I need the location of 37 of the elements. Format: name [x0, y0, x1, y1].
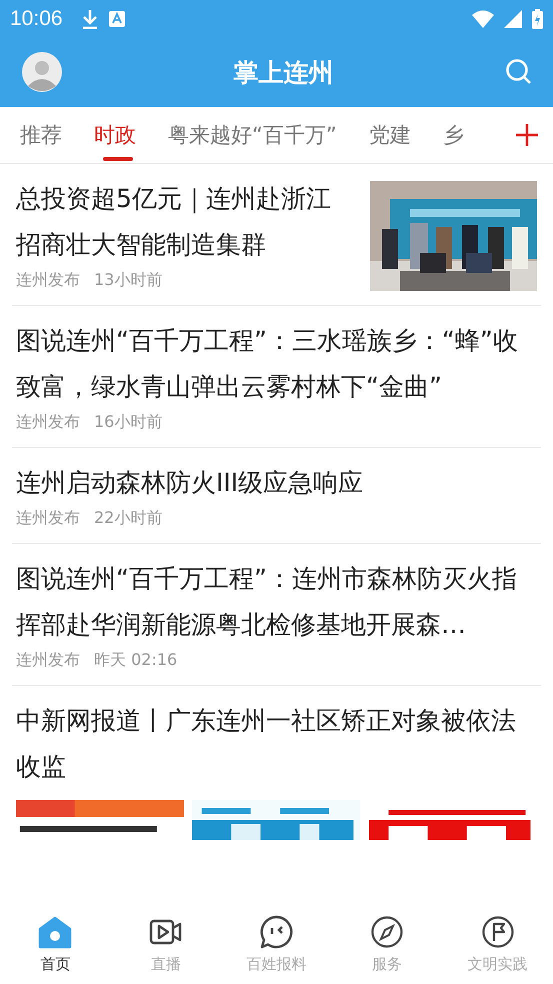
article-title[interactable]: 总投资超5亿元｜连州赴浙江招商壮大智能制造集群: [16, 176, 354, 268]
article-time: 22小时前: [94, 508, 162, 529]
nav-tab[interactable]: 服务: [332, 905, 442, 984]
home-icon: [38, 915, 72, 949]
battery-icon: [532, 8, 543, 28]
search-icon[interactable]: [505, 58, 533, 86]
category-tab[interactable]: 粤来越好“百千万”: [148, 107, 349, 163]
article-source: 连州发布: [16, 650, 80, 671]
signal-icon: [504, 10, 522, 28]
category-tab[interactable]: 推荐: [0, 107, 74, 163]
nav-tab[interactable]: 百姓报料: [221, 905, 332, 984]
nav-tab[interactable]: 直播: [110, 905, 222, 984]
category-tab[interactable]: 党建: [348, 107, 423, 163]
compass-icon: [370, 915, 404, 949]
article-source: 连州发布: [16, 508, 80, 529]
article-title[interactable]: 图说连州“百千万工程”：三水瑶族乡：“蜂”收致富，绿水青山弹出云雾村林下“金曲”: [16, 318, 537, 410]
avatar-icon[interactable]: [22, 52, 62, 92]
download-icon: [80, 8, 99, 28]
article-time: 16小时前: [94, 412, 162, 433]
article-title[interactable]: 中新网报道丨广东连州一社区矫正对象被依法收监: [16, 698, 537, 790]
app-icon: [108, 10, 125, 26]
category-tab[interactable]: 乡: [422, 107, 476, 163]
chat-bubble-icon: [259, 915, 294, 949]
article-time: 昨天 02:16: [94, 650, 178, 671]
article-title[interactable]: 图说连州“百千万工程”：连州市森林防灭火指挥部赴华润新能源粤北检修基地开展森…: [16, 556, 537, 648]
flag-icon: [480, 915, 515, 949]
article-source: 连州发布: [16, 412, 80, 433]
category-tab[interactable]: 时政: [74, 107, 148, 163]
add-icon[interactable]: [515, 123, 539, 147]
article-title[interactable]: 连州启动森林防火III级应急响应: [16, 460, 537, 506]
article-time: 13小时前: [94, 270, 162, 291]
status-time: 10:06: [10, 6, 63, 30]
nav-tab[interactable]: 首页: [0, 905, 111, 984]
wifi-icon: [472, 10, 494, 28]
article-source: 连州发布: [16, 270, 80, 291]
app-title: 掌上连州: [234, 56, 334, 88]
nav-tab[interactable]: 文明实践: [442, 905, 553, 984]
